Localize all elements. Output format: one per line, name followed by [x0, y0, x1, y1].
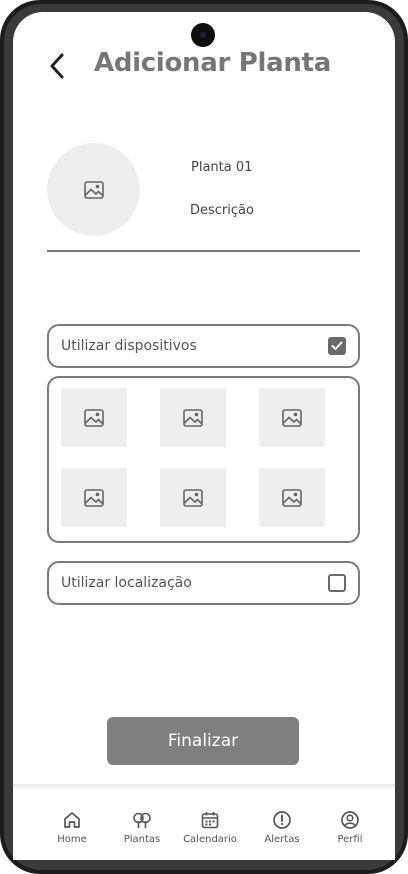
use-devices-checkbox[interactable]	[328, 337, 346, 355]
nav-item-alertas[interactable]: Alertas	[246, 810, 318, 854]
nav-item-calendario[interactable]: Calendario	[174, 810, 246, 854]
image-placeholder-icon	[282, 488, 302, 507]
nav-label: Alertas	[264, 834, 300, 845]
divider	[47, 250, 360, 252]
plants-icon	[133, 812, 151, 828]
nav-item-plantas[interactable]: Plantas	[106, 810, 178, 854]
image-placeholder-icon	[83, 180, 104, 199]
front-camera	[191, 23, 215, 47]
device-tile[interactable]	[61, 388, 127, 447]
chevron-left-icon	[50, 53, 64, 79]
bottom-nav: Home Plantas Calendario Alertas Perfil	[13, 790, 395, 860]
image-placeholder-icon	[84, 488, 104, 507]
profile-icon	[341, 811, 359, 829]
page-title: Adicionar Planta	[94, 48, 331, 78]
back-button[interactable]	[46, 52, 68, 80]
use-location-option[interactable]: Utilizar localização	[47, 561, 360, 605]
device-tile[interactable]	[61, 468, 127, 527]
plant-photo[interactable]	[47, 143, 140, 236]
image-placeholder-icon	[183, 408, 203, 427]
device-tile[interactable]	[160, 468, 226, 527]
use-devices-option[interactable]: Utilizar dispositivos	[47, 324, 360, 368]
use-devices-label: Utilizar dispositivos	[61, 338, 197, 354]
nav-item-home[interactable]: Home	[36, 810, 108, 854]
check-icon	[331, 341, 343, 350]
image-placeholder-icon	[84, 408, 104, 427]
device-grid	[47, 376, 360, 543]
alert-icon	[273, 811, 291, 829]
device-tile[interactable]	[259, 388, 325, 447]
device-tile[interactable]	[160, 388, 226, 447]
plant-description[interactable]: Descrição	[190, 203, 254, 218]
nav-label: Calendario	[183, 834, 237, 845]
device-tile[interactable]	[259, 468, 325, 527]
calendar-icon	[201, 812, 219, 829]
nav-label: Plantas	[123, 834, 161, 845]
use-location-label: Utilizar localização	[61, 575, 192, 591]
nav-label: Home	[57, 834, 87, 845]
home-icon	[64, 812, 80, 828]
image-placeholder-icon	[282, 408, 302, 427]
nav-item-perfil[interactable]: Perfil	[314, 810, 386, 854]
use-location-checkbox[interactable]	[328, 574, 346, 592]
plant-name[interactable]: Planta 01	[191, 160, 252, 175]
image-placeholder-icon	[183, 488, 203, 507]
finish-button[interactable]: Finalizar	[107, 717, 299, 765]
nav-label: Perfil	[337, 834, 363, 845]
